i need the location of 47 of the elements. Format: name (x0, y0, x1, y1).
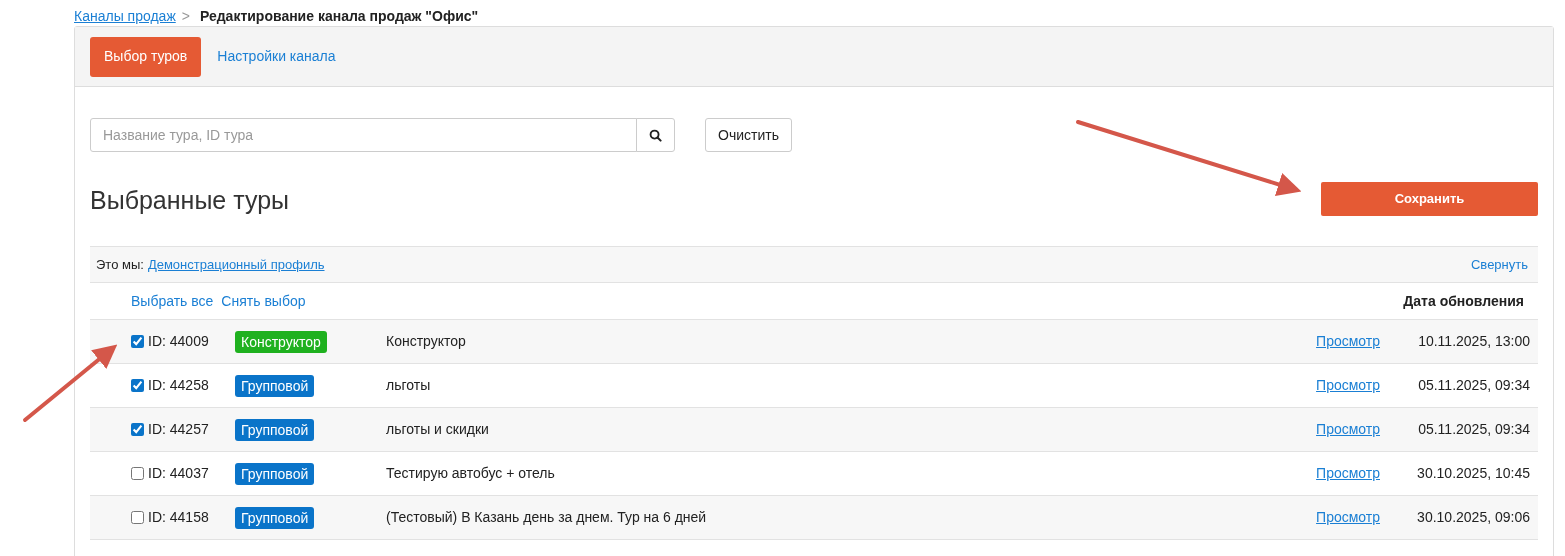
select-all-link[interactable]: Выбрать все (131, 290, 214, 312)
row-checkbox[interactable] (131, 467, 144, 480)
clear-button[interactable]: Очистить (705, 118, 792, 152)
row-checkbox[interactable] (131, 379, 144, 392)
update-date: 30.10.2025, 10:45 (1416, 464, 1530, 483)
profile-link[interactable]: Демонстрационный профиль (147, 254, 325, 275)
update-date: 05.11.2025, 09:34 (1417, 420, 1530, 439)
tour-name: льготы и скидки (386, 420, 489, 439)
tab[interactable]: Выбор туров (90, 36, 202, 77)
tour-name: Тестирую автобус + отель (386, 464, 555, 483)
tour-id: ID: 44037 (148, 464, 210, 483)
tour-type-tag: Групповой (235, 462, 315, 485)
save-button[interactable]: Сохранить (1321, 181, 1538, 216)
deselect-link[interactable]: Снять выбор (221, 290, 306, 312)
breadcrumb-link[interactable]: Каналы продаж (74, 5, 176, 27)
tour-type-tag: Групповой (235, 506, 315, 529)
search-button[interactable] (636, 118, 675, 152)
breadcrumb-separator: > (181, 6, 190, 26)
tour-type-tag: Групповой (235, 418, 315, 441)
column-header: Дата обновления (1403, 291, 1524, 311)
tour-name: льготы (386, 376, 431, 395)
group-label: Это мы: (96, 255, 144, 274)
tab[interactable]: Настройки канала (203, 36, 350, 77)
tour-id: ID: 44158 (148, 508, 210, 527)
update-date: 10.11.2025, 13:00 (1417, 332, 1530, 351)
row-checkbox[interactable] (131, 335, 144, 348)
search-field[interactable]: Название тура, ID тура (90, 118, 637, 152)
row-checkbox[interactable] (131, 423, 144, 436)
tour-name: Конструктор (386, 332, 466, 351)
tour-id: ID: 44009 (148, 332, 210, 351)
view-link[interactable]: Просмотр (1316, 507, 1380, 528)
view-link[interactable]: Просмотр (1316, 331, 1380, 352)
search-icon (649, 128, 662, 142)
update-date: 05.11.2025, 09:34 (1417, 376, 1530, 395)
tour-name: (Тестовый) В Казань день за днем. Тур на 6 дней (386, 508, 707, 527)
row-checkbox[interactable] (131, 511, 144, 524)
tour-type-tag: Конструктор (235, 330, 327, 353)
view-link[interactable]: Просмотр (1316, 419, 1380, 440)
page-title: Редактирование канала продаж "Офис" (199, 6, 479, 26)
tour-id: ID: 44257 (148, 420, 210, 439)
tour-type-tag: Групповой (235, 374, 315, 397)
view-link[interactable]: Просмотр (1316, 375, 1380, 396)
section-heading: Выбранные туры (90, 185, 290, 217)
view-link[interactable]: Просмотр (1316, 463, 1380, 484)
tour-id: ID: 44258 (148, 376, 210, 395)
collapse-link[interactable]: Свернуть (1471, 254, 1528, 275)
update-date: 30.10.2025, 09:06 (1416, 508, 1530, 527)
